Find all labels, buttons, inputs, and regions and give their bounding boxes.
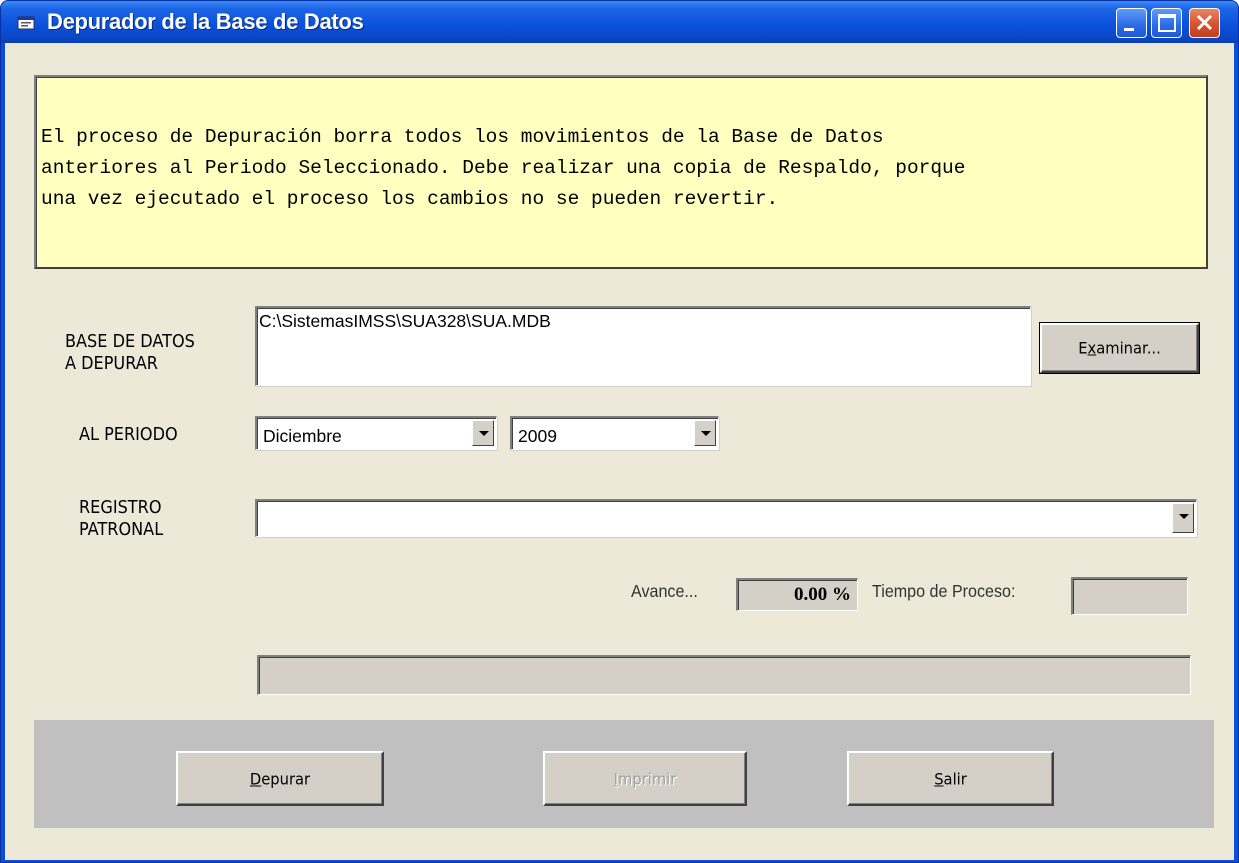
avance-value: 0.00 % [794,584,851,605]
imprimir-button-label: Imprimir [613,769,677,788]
month-value: Diciembre [263,426,342,446]
tiempo-label: Tiempo de Proceso: [872,581,1016,601]
depurar-button[interactable]: Depurar [176,751,384,806]
minimize-button[interactable] [1116,8,1147,38]
periodo-label: AL PERIODO [79,425,178,445]
minimize-icon [1124,28,1134,31]
dropdown-arrow-icon[interactable] [694,420,716,446]
dropdown-arrow-icon[interactable] [1172,503,1194,533]
warning-message: El proceso de Depuración borra todos los… [34,75,1208,269]
maximize-button[interactable] [1151,8,1182,38]
maximize-icon [1158,14,1176,32]
salir-button[interactable]: Salir [847,751,1054,806]
avance-label: Avance... [631,581,698,601]
year-value: 2009 [518,426,557,446]
title-bar[interactable]: Depurador de la Base de Datos [1,1,1238,43]
progress-bar [257,655,1191,695]
registro-label: REGISTRO PATRONAL [79,498,164,540]
database-label: BASE DE DATOS A DEPURAR [65,332,195,374]
dropdown-arrow-icon[interactable] [472,420,494,446]
month-select[interactable]: Diciembre [255,416,497,450]
tiempo-value-box [1071,577,1188,615]
salir-button-label: Salir [934,769,967,788]
app-icon [17,16,35,30]
database-path-field[interactable]: C:\SistemasIMSS\SUA328\SUA.MDB [255,306,1031,386]
registro-patronal-select[interactable] [255,499,1197,537]
database-path-value: C:\SistemasIMSS\SUA328\SUA.MDB [259,311,551,331]
avance-value-box: 0.00 % [736,578,858,611]
year-select[interactable]: 2009 [510,416,719,450]
window-title: Depurador de la Base de Datos [47,9,364,34]
examinar-button[interactable]: Examinar... [1039,322,1200,374]
depurar-button-label: Depurar [249,769,311,788]
imprimir-button[interactable]: Imprimir [543,751,747,806]
close-button[interactable] [1189,8,1220,38]
examinar-button-label: Examinar... [1078,338,1161,358]
close-icon [1196,14,1213,31]
